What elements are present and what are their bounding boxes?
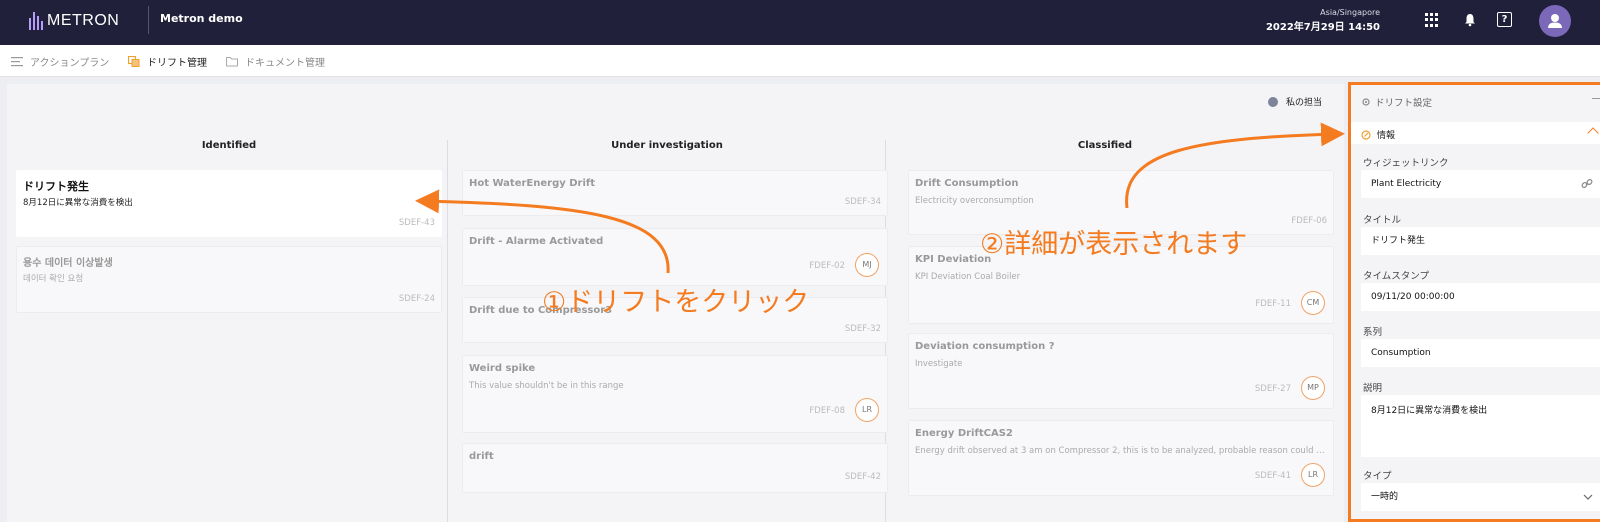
arrow-step1	[415, 189, 670, 274]
annotation-arrows	[415, 122, 1345, 274]
annotation-step1: ①ドリフトをクリック	[542, 287, 810, 318]
annotation-step2: ②詳細が表示されます	[980, 229, 1248, 260]
arrow-step2	[1125, 122, 1345, 209]
